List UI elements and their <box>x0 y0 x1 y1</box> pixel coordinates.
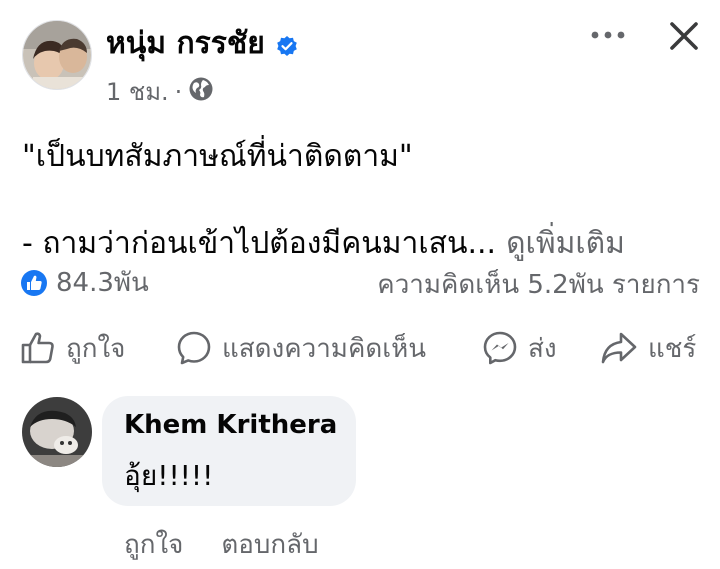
author-avatar[interactable] <box>22 20 92 90</box>
send-button[interactable]: ส่ง <box>482 320 557 376</box>
comments-count[interactable]: ความคิดเห็น 5.2พัน รายการ <box>377 264 700 305</box>
commenter-name[interactable]: Khem Krithera <box>124 410 337 440</box>
messenger-icon <box>482 330 518 366</box>
author-name-row: หนุ่ม กรรชัย <box>106 20 299 67</box>
comment-button[interactable]: แสดงความคิดเห็น <box>176 320 426 376</box>
comment-like-button[interactable]: ถูกใจ <box>124 524 183 565</box>
meta-separator: · <box>174 77 183 106</box>
like-reaction-icon <box>20 269 48 297</box>
comment-actions: ถูกใจ ตอบกลับ <box>124 524 319 565</box>
comment-text: อุ้ย!!!!! <box>124 459 214 492</box>
share-icon <box>600 331 638 365</box>
commenter-avatar[interactable] <box>22 397 92 467</box>
like-button[interactable]: ถูกใจ <box>20 320 125 376</box>
post-meta: 1 ชม. · <box>106 72 214 111</box>
more-icon[interactable] <box>586 20 630 50</box>
post-text-quote: "เป็นบทสัมภาษณ์ที่น่าติดตาม" <box>22 139 413 174</box>
post-text-truncated: - ถามว่าก่อนเข้าไปต้องมีคนมาเสน... <box>22 226 497 261</box>
post-text-line: - ถามว่าก่อนเข้าไปต้องมีคนมาเสน... ดูเพิ… <box>22 220 625 267</box>
comment-reply-button[interactable]: ตอบกลับ <box>221 524 318 565</box>
action-bar: ถูกใจ แสดงความคิดเห็น ส่ง แชร์ <box>0 320 720 376</box>
send-label: ส่ง <box>528 333 557 364</box>
author-name[interactable]: หนุ่ม กรรชัย <box>106 20 265 67</box>
thumbs-up-icon <box>20 331 56 365</box>
comment-label: แสดงความคิดเห็น <box>222 333 427 364</box>
see-more-link[interactable]: ดูเพิ่มเติม <box>506 220 625 267</box>
reaction-count: 84.3พัน <box>56 268 149 298</box>
reaction-summary[interactable]: 84.3พัน <box>20 262 149 303</box>
verified-icon <box>275 32 299 56</box>
comment-icon <box>176 330 212 366</box>
like-label: ถูกใจ <box>66 333 126 364</box>
share-label: แชร์ <box>648 333 697 364</box>
share-button[interactable]: แชร์ <box>600 320 696 376</box>
globe-icon <box>188 76 214 108</box>
close-icon[interactable] <box>664 16 704 56</box>
post-time[interactable]: 1 ชม. <box>106 72 169 111</box>
